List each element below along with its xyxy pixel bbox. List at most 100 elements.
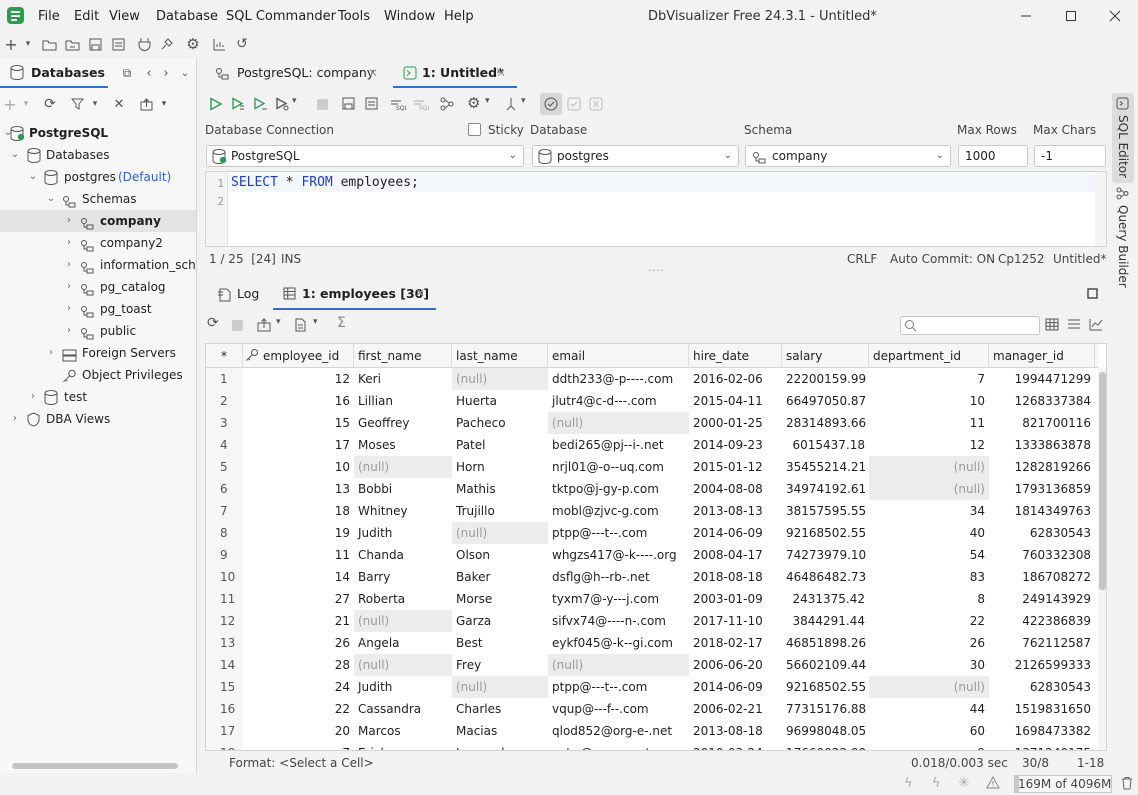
table-row[interactable]: 5 10 (null) Horn nrjl01@-o--uq.com 2015-01-12… <box>206 456 1098 478</box>
chevron-right-icon[interactable]: › <box>45 342 57 364</box>
tree-item-foreign-servers[interactable]: › Foreign Servers <box>0 342 196 364</box>
editor-scrollbar-track[interactable] <box>1095 172 1106 246</box>
table-cell[interactable]: vqup@---f--.com <box>548 698 689 720</box>
table-cell[interactable]: 34974192.61 <box>782 478 869 500</box>
table-cell[interactable]: nrjl01@-o--uq.com <box>548 456 689 478</box>
column-header-employee-id[interactable]: employee_id <box>243 344 354 368</box>
column-header-manager-id[interactable]: manager_id <box>989 344 1095 368</box>
chart-view-icon[interactable] <box>1089 318 1103 334</box>
table-cell[interactable]: Trujillo <box>452 500 548 522</box>
table-cell[interactable]: tyxm7@-y---j.com <box>548 588 689 610</box>
table-cell[interactable]: 2014-06-09 <box>689 522 782 544</box>
table-cell[interactable]: 422386839 <box>989 610 1095 632</box>
table-cell[interactable]: jlutr4@c-d---.com <box>548 390 689 412</box>
save-icon[interactable] <box>342 97 355 113</box>
table-row[interactable]: 1 12 Keri (null) ddth233@-p----.com 2016-02-0… <box>206 368 1098 390</box>
table-cell[interactable]: 34 <box>869 500 989 522</box>
chevron-right-icon[interactable]: › <box>63 254 75 276</box>
table-cell[interactable]: ptpp@---t--.com <box>548 676 689 698</box>
table-cell[interactable]: Mathis <box>452 478 548 500</box>
tree-item-pg-catalog[interactable]: › pg_catalog <box>0 276 196 298</box>
table-cell[interactable]: Whitney <box>354 500 452 522</box>
gear-icon[interactable]: ⚙ <box>184 35 202 53</box>
table-row[interactable]: 11 27 Roberta Morse tyxm7@-y---j.com 2003-01-… <box>206 588 1098 610</box>
table-cell[interactable]: 2015-04-11 <box>689 390 782 412</box>
chevron-right-icon[interactable]: › <box>9 408 21 430</box>
table-cell[interactable]: 38157595.55 <box>782 500 869 522</box>
chevron-right-icon[interactable]: › <box>157 64 175 82</box>
table-cell[interactable]: Macias <box>452 720 548 742</box>
table-cell[interactable]: (null) <box>452 522 548 544</box>
table-cell[interactable]: Cassandra <box>354 698 452 720</box>
table-cell[interactable]: (null) <box>869 478 989 500</box>
table-cell[interactable]: 96998048.05 <box>782 720 869 742</box>
max-chars-input[interactable]: -1 <box>1034 145 1106 167</box>
table-cell[interactable]: 821700116 <box>989 412 1095 434</box>
databases-tab[interactable]: Databases <box>0 58 108 88</box>
tree-item-pg-toast[interactable]: › pg_toast <box>0 298 196 320</box>
table-cell[interactable]: Geoffrey <box>354 412 452 434</box>
table-cell[interactable]: 46486482.73 <box>782 566 869 588</box>
memory-indicator[interactable]: 169M of 4096M <box>1014 775 1112 793</box>
table-cell[interactable]: 3844291.44 <box>782 610 869 632</box>
table-cell[interactable]: Horn <box>452 456 548 478</box>
chevron-right-icon[interactable]: › <box>63 210 75 232</box>
chevron-down-icon[interactable]: ▾ <box>313 317 318 327</box>
table-cell[interactable]: 62830543 <box>989 676 1095 698</box>
menu-file[interactable]: File <box>38 0 60 33</box>
table-cell[interactable]: 2018-08-18 <box>689 566 782 588</box>
table-cell[interactable]: 2010-03-24 <box>689 742 782 750</box>
table-cell[interactable]: bedi265@pj--i-.net <box>548 434 689 456</box>
connection-select[interactable]: PostgreSQL ⌄ <box>206 145 524 167</box>
table-row[interactable]: 13 26 Angela Best eykf045@-k--gi.com 2018-02-… <box>206 632 1098 654</box>
encoding[interactable]: Cp1252 <box>998 252 1045 266</box>
menu-edit[interactable]: Edit <box>74 0 99 33</box>
table-cell[interactable]: whgzs417@-k----.org <box>548 544 689 566</box>
menu-help[interactable]: Help <box>444 0 474 33</box>
table-cell[interactable]: 28314893.66 <box>782 412 869 434</box>
table-cell[interactable]: Charles <box>452 698 548 720</box>
table-cell[interactable]: 19 <box>243 522 354 544</box>
tree-item-postgres[interactable]: ⌄ postgres (Default) <box>0 166 196 188</box>
table-cell[interactable]: 15 <box>243 412 354 434</box>
table-cell[interactable]: 18 <box>243 500 354 522</box>
column-header-email[interactable]: email <box>548 344 689 368</box>
table-cell[interactable]: 2000-01-25 <box>689 412 782 434</box>
tree-horizontal-scrollbar[interactable] <box>12 763 178 769</box>
export-icon[interactable] <box>137 95 155 113</box>
table-cell[interactable]: Garza <box>452 610 548 632</box>
table-cell[interactable]: Baker <box>452 566 548 588</box>
table-cell[interactable]: (null) <box>354 654 452 676</box>
table-cell[interactable]: 74273979.10 <box>782 544 869 566</box>
table-cell[interactable]: 8 <box>869 588 989 610</box>
maximize-button[interactable] <box>1063 8 1079 24</box>
execute-icon[interactable] <box>209 97 223 114</box>
table-cell[interactable]: 22200159.99 <box>782 368 869 390</box>
auto-commit-status[interactable]: Auto Commit: ON <box>890 252 995 266</box>
table-cell[interactable]: 26 <box>869 632 989 654</box>
table-cell[interactable]: 1282819266 <box>989 456 1095 478</box>
grid-vertical-scrollbar[interactable] <box>1098 368 1106 750</box>
menu-database[interactable]: Database <box>156 0 218 33</box>
table-cell[interactable]: 20 <box>243 720 354 742</box>
table-cell[interactable]: 249143929 <box>989 588 1095 610</box>
table-cell[interactable]: sifvx74@----n-.com <box>548 610 689 632</box>
table-cell[interactable]: Judith <box>354 676 452 698</box>
chevron-down-icon[interactable]: ▾ <box>155 95 173 113</box>
table-cell[interactable]: 12 <box>869 434 989 456</box>
chevron-down-icon[interactable]: ▾ <box>521 96 526 106</box>
table-row[interactable]: 6 13 Bobbi Mathis tktpo@j-gy-p.com 2004-08-08… <box>206 478 1098 500</box>
commit-icon[interactable] <box>567 97 581 114</box>
table-cell[interactable]: 1793136859 <box>989 478 1095 500</box>
sum-icon[interactable]: Σ <box>337 315 346 331</box>
table-cell[interactable]: 2015-01-12 <box>689 456 782 478</box>
table-cell[interactable]: 9 <box>869 742 989 750</box>
menu-sql-commander[interactable]: SQL Commander <box>226 0 336 33</box>
table-cell[interactable]: Leonard <box>452 742 548 750</box>
table-cell[interactable]: 17660022.00 <box>782 742 869 750</box>
table-cell[interactable]: 92168502.55 <box>782 676 869 698</box>
format-buffer-icon[interactable]: SQL <box>413 97 432 114</box>
trash-icon[interactable] <box>1121 776 1133 793</box>
database-select[interactable]: postgres ⌄ <box>532 145 739 167</box>
save-all-icon[interactable] <box>109 35 127 53</box>
